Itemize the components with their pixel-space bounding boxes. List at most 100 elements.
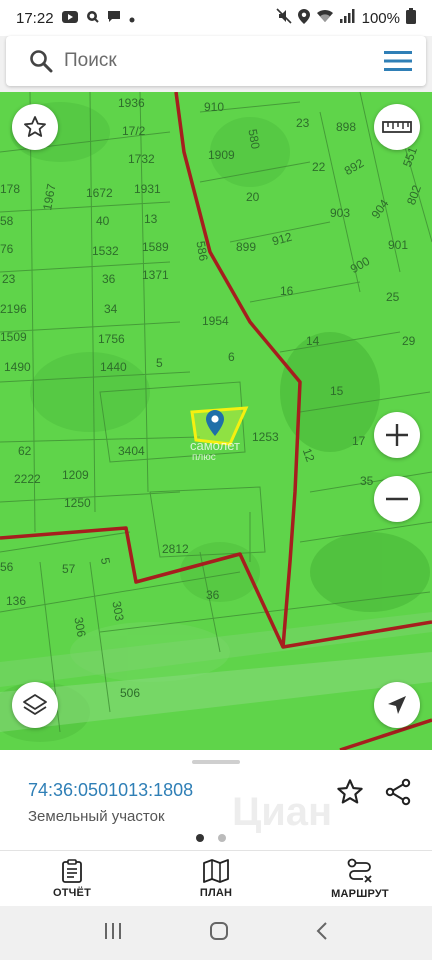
parcel-number: 1589 (142, 240, 169, 254)
parcel-number: 1732 (128, 152, 155, 166)
parcel-number: 76 (0, 242, 14, 256)
minus-icon (386, 497, 408, 501)
battery-icon (406, 8, 416, 28)
search-input[interactable] (64, 50, 344, 72)
parcel-info-card[interactable]: Циан 74:36:0501013:1808 Земельный участо… (0, 750, 432, 850)
nav-route-label: МАРШРУТ (331, 887, 389, 900)
parcel-number: 58 (0, 214, 14, 228)
parcel-number: 17/2 (122, 124, 146, 138)
back-button[interactable] (315, 921, 329, 946)
parcel-number: 40 (96, 214, 110, 228)
location-icon (297, 8, 310, 28)
my-location-button[interactable] (374, 682, 420, 728)
ruler-icon (382, 121, 412, 133)
map-watermark: самолет плюс (190, 438, 240, 464)
share-icon (385, 778, 411, 806)
nav-report[interactable]: ОТЧЁТ (0, 851, 144, 906)
nav-route[interactable]: МАРШРУТ (288, 851, 432, 906)
parcel-number: 62 (18, 444, 32, 458)
parcel-number: 29 (402, 334, 416, 348)
watermark-line-1: самолет (190, 438, 240, 453)
parcel-number: 35 (360, 474, 374, 488)
nav-report-label: ОТЧЁТ (52, 886, 92, 899)
layers-icon (23, 694, 47, 715)
parcel-number: 23 (296, 116, 310, 130)
menu-button[interactable] (370, 36, 426, 86)
selected-parcel-marker[interactable] (206, 410, 224, 441)
parcel-number: 506 (120, 686, 141, 700)
parcel-number: 1250 (64, 496, 91, 510)
parcel-number: 2196 (0, 302, 27, 316)
recent-apps-icon (105, 922, 121, 939)
parcel-number: 136 (6, 594, 27, 608)
nav-plan-label: ПЛАН (199, 886, 233, 899)
navigation-arrow-icon (388, 696, 406, 714)
parcel-number: 1509 (0, 330, 27, 344)
app-screen: 17:22 100% Поиск 1936 910 580 17/2 1909 … (0, 0, 432, 960)
search-container (0, 36, 432, 92)
parcel-number: 17 (352, 434, 366, 448)
parcel-number: 898 (336, 120, 357, 134)
parcel-number: 1209 (62, 468, 89, 482)
back-icon (316, 921, 327, 940)
parcel-number: 1253 (252, 430, 279, 444)
star-icon (24, 116, 46, 137)
parcel-number: 2222 (14, 472, 41, 486)
parcel-number: 910 (204, 100, 225, 114)
parcel-number: 3404 (118, 444, 145, 458)
favorites-button[interactable] (12, 104, 58, 150)
parcel-number: 15 (330, 384, 344, 398)
parcel-number: 16 (280, 284, 294, 298)
zoom-out-button[interactable] (374, 476, 420, 522)
add-favorite-button[interactable] (334, 776, 366, 808)
parcel-number: 23 (2, 272, 16, 286)
map-view[interactable]: 1936 910 580 17/2 1909 23 898 551 1732 2… (0, 92, 432, 750)
parcel-number: 1756 (98, 332, 125, 346)
parcel-number: 20 (246, 190, 260, 204)
mute-icon (276, 8, 292, 28)
parcel-number: 1672 (86, 186, 113, 200)
system-navigation-bar (0, 906, 432, 960)
pager-dot-active[interactable] (196, 834, 204, 842)
search-bar[interactable] (6, 36, 426, 86)
object-type: Земельный участок (28, 808, 165, 825)
parcel-number: 34 (104, 302, 118, 316)
parcel-number: 36 (102, 272, 116, 286)
nav-plan[interactable]: ПЛАН (144, 851, 288, 906)
cadastral-number[interactable]: 74:36:0501013:1808 (28, 780, 193, 801)
hamburger-icon (384, 51, 412, 71)
layers-button[interactable] (12, 682, 58, 728)
parcel-number: 14 (306, 334, 320, 348)
status-bar: 17:22 100% (0, 0, 432, 36)
plus-icon (386, 424, 408, 446)
parcel-number: 1954 (202, 314, 229, 328)
battery-percent: 100% (361, 9, 400, 27)
ruler-button[interactable] (374, 104, 420, 150)
card-watermark: Циан (232, 790, 333, 834)
watermark-line-2: плюс (192, 452, 216, 463)
youtube-icon (61, 10, 78, 27)
drag-handle[interactable] (192, 760, 240, 764)
parcel-number: 1371 (142, 268, 169, 282)
search-icon[interactable] (18, 36, 64, 86)
parcel-number: 903 (330, 206, 351, 220)
map-icon (203, 858, 229, 883)
parcel-number: 899 (236, 240, 257, 254)
pager-dot[interactable] (218, 834, 226, 842)
signal-icon (339, 9, 356, 27)
share-button[interactable] (382, 776, 414, 808)
bottom-navigation: ОТЧЁТ ПЛАН МАРШРУТ (0, 850, 432, 906)
clipboard-icon (62, 858, 82, 883)
pager-dots (196, 834, 226, 842)
home-button[interactable] (209, 921, 229, 946)
star-icon (337, 779, 363, 804)
search-notification-icon (86, 10, 99, 27)
recent-apps-button[interactable] (103, 922, 123, 945)
parcel-number: 1909 (208, 148, 235, 162)
parcel-number: 1440 (100, 360, 127, 374)
zoom-in-button[interactable] (374, 412, 420, 458)
parcel-number: 1532 (92, 244, 119, 258)
parcel-number: 22 (312, 160, 326, 174)
parcel-number: 25 (386, 290, 400, 304)
dot-icon (129, 10, 135, 27)
